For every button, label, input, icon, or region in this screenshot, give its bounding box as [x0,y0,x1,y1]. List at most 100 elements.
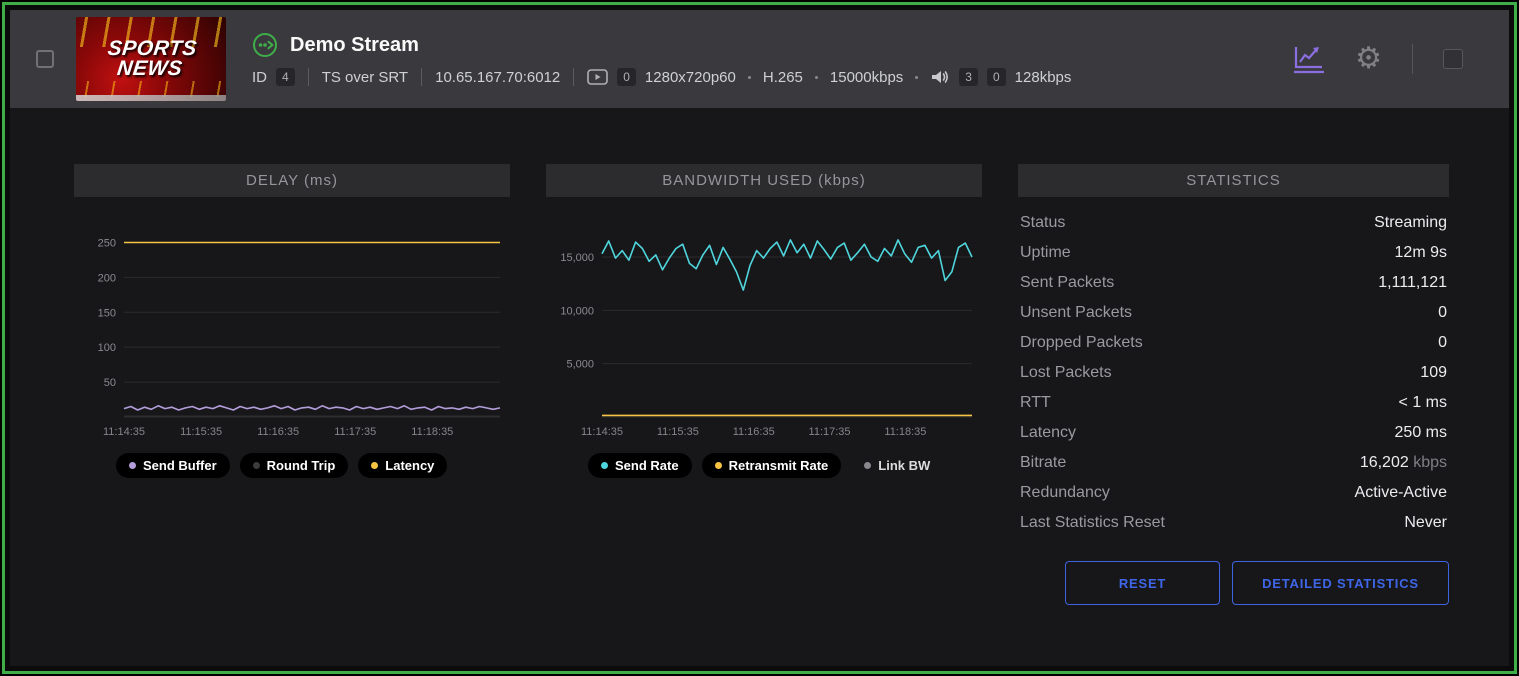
video-icon [587,69,608,85]
codec-label: H.265 [763,69,803,86]
stat-row: Redundancy Active-Active [1018,477,1449,507]
svg-text:11:16:35: 11:16:35 [733,426,775,438]
delay-panel: DELAY (ms) 5010015020025011:14:3511:15:3… [74,164,510,666]
id-label: ID [252,69,267,86]
stat-row: Bitrate 16,202 kbps [1018,447,1449,477]
legend-item-retransmit-rate[interactable]: Retransmit Rate [702,453,842,478]
legend-item-send-rate[interactable]: Send Rate [588,453,692,478]
svg-text:10,000: 10,000 [560,305,594,317]
stream-header: SPORTS NEWS Demo Stream [10,10,1509,108]
separator [308,68,309,86]
legend-label: Retransmit Rate [729,458,829,473]
stat-label: Dropped Packets [1020,332,1143,353]
separator [573,68,574,86]
stat-value: Active-Active [1355,482,1447,503]
svg-text:11:17:35: 11:17:35 [334,426,376,438]
stream-title-row: Demo Stream [252,32,1291,58]
svg-text:100: 100 [98,342,116,354]
header-actions: ⚙ [1291,43,1463,75]
separator [421,68,422,86]
bandwidth-panel: BANDWIDTH USED (kbps) 5,00010,00015,0001… [546,164,982,666]
legend-label: Round Trip [267,458,336,473]
video-count-badge: 0 [617,68,636,86]
protocol-label: TS over SRT [322,69,408,86]
stat-value: 1,111,121 [1378,272,1447,293]
stat-value: < 1 ms [1399,392,1447,413]
stat-value: Never [1404,512,1447,533]
legend-item-round-trip[interactable]: Round Trip [240,453,349,478]
svg-text:15,000: 15,000 [560,252,594,264]
legend-label: Link BW [878,458,930,473]
stream-address: 10.65.167.70:6012 [435,69,560,86]
stat-value: Streaming [1374,212,1447,233]
stat-row: Latency250 ms [1018,417,1449,447]
stat-value-suffix: kbps [1409,454,1447,471]
dot-separator [915,76,918,79]
stat-value: 0 [1438,302,1447,323]
stat-row: Uptime12m 9s [1018,237,1449,267]
header-divider [1412,44,1413,74]
stat-label: Status [1020,212,1065,233]
main-content: DELAY (ms) 5010015020025011:14:3511:15:3… [10,108,1509,666]
svg-text:5,000: 5,000 [566,359,594,371]
app: SPORTS NEWS Demo Stream [10,10,1509,666]
legend-dot [864,462,871,469]
svg-text:11:15:35: 11:15:35 [180,426,222,438]
svg-text:200: 200 [98,272,116,284]
stat-label: Uptime [1020,242,1071,263]
statistics-chart-icon[interactable] [1291,43,1325,75]
stream-thumbnail[interactable]: SPORTS NEWS [76,17,226,101]
svg-text:11:14:35: 11:14:35 [103,426,145,438]
speaker-icon [930,68,950,86]
bandwidth-chart-legend: Send Rate Retransmit Rate Link BW [546,453,982,478]
svg-text:11:18:35: 11:18:35 [411,426,453,438]
statistics-panel: STATISTICS StatusStreamingUptime12m 9sSe… [1018,164,1449,666]
stream-status-icon [252,32,278,58]
thumbnail-ticker [76,95,226,101]
legend-item-link-bw[interactable]: Link BW [851,453,943,478]
delay-chart-legend: Send Buffer Round Trip Latency [74,453,510,478]
stat-value: 16,202 kbps [1360,452,1447,473]
thumbnail-line2: NEWS [116,59,183,79]
audio-muted-badge: 0 [987,68,1006,86]
stream-info: Demo Stream ID 4 TS over SRT 10.65.167.7… [252,32,1291,86]
thumbnail-text: SPORTS NEWS [76,17,226,101]
stat-label: Bitrate [1020,452,1066,473]
legend-dot [129,462,136,469]
detailed-statistics-button[interactable]: DETAILED STATISTICS [1232,561,1449,605]
legend-label: Send Buffer [143,458,217,473]
stat-label: Redundancy [1020,482,1110,503]
stream-title: Demo Stream [290,34,419,57]
audio-count-badge: 3 [959,68,978,86]
stat-row: RTT < 1 ms [1018,387,1449,417]
stat-label: Sent Packets [1020,272,1114,293]
legend-label: Send Rate [615,458,679,473]
svg-text:11:18:35: 11:18:35 [884,426,926,438]
settings-gear-icon[interactable]: ⚙ [1355,44,1382,74]
reset-button[interactable]: RESET [1065,561,1220,605]
header-secondary-checkbox[interactable] [1443,49,1463,69]
stream-select-checkbox[interactable] [36,50,54,68]
id-badge: 4 [276,68,295,86]
stat-label: RTT [1020,392,1051,413]
delay-panel-title: DELAY (ms) [74,164,510,197]
legend-label: Latency [385,458,434,473]
statistics-panel-title: STATISTICS [1018,164,1449,197]
legend-dot [371,462,378,469]
svg-text:50: 50 [104,377,116,389]
legend-dot [601,462,608,469]
svg-text:11:15:35: 11:15:35 [657,426,699,438]
resolution-label: 1280x720p60 [645,69,736,86]
stat-row: Sent Packets 1,111,121 [1018,267,1449,297]
stats-rows: Status Streaming Uptime12m 9s Sent Packets 1… [1018,207,1449,537]
legend-item-send-buffer[interactable]: Send Buffer [116,453,230,478]
bandwidth-chart: 5,00010,00015,00011:14:3511:15:3511:16:3… [546,211,982,443]
stat-label: Latency [1020,422,1076,443]
svg-text:11:17:35: 11:17:35 [809,426,851,438]
legend-dot [715,462,722,469]
stats-buttons: RESET DETAILED STATISTICS [1018,561,1449,605]
legend-item-latency[interactable]: Latency [358,453,447,478]
stat-row: Last Statistics ResetNever [1018,507,1449,537]
svg-text:250: 250 [98,237,116,249]
dot-separator [748,76,751,79]
